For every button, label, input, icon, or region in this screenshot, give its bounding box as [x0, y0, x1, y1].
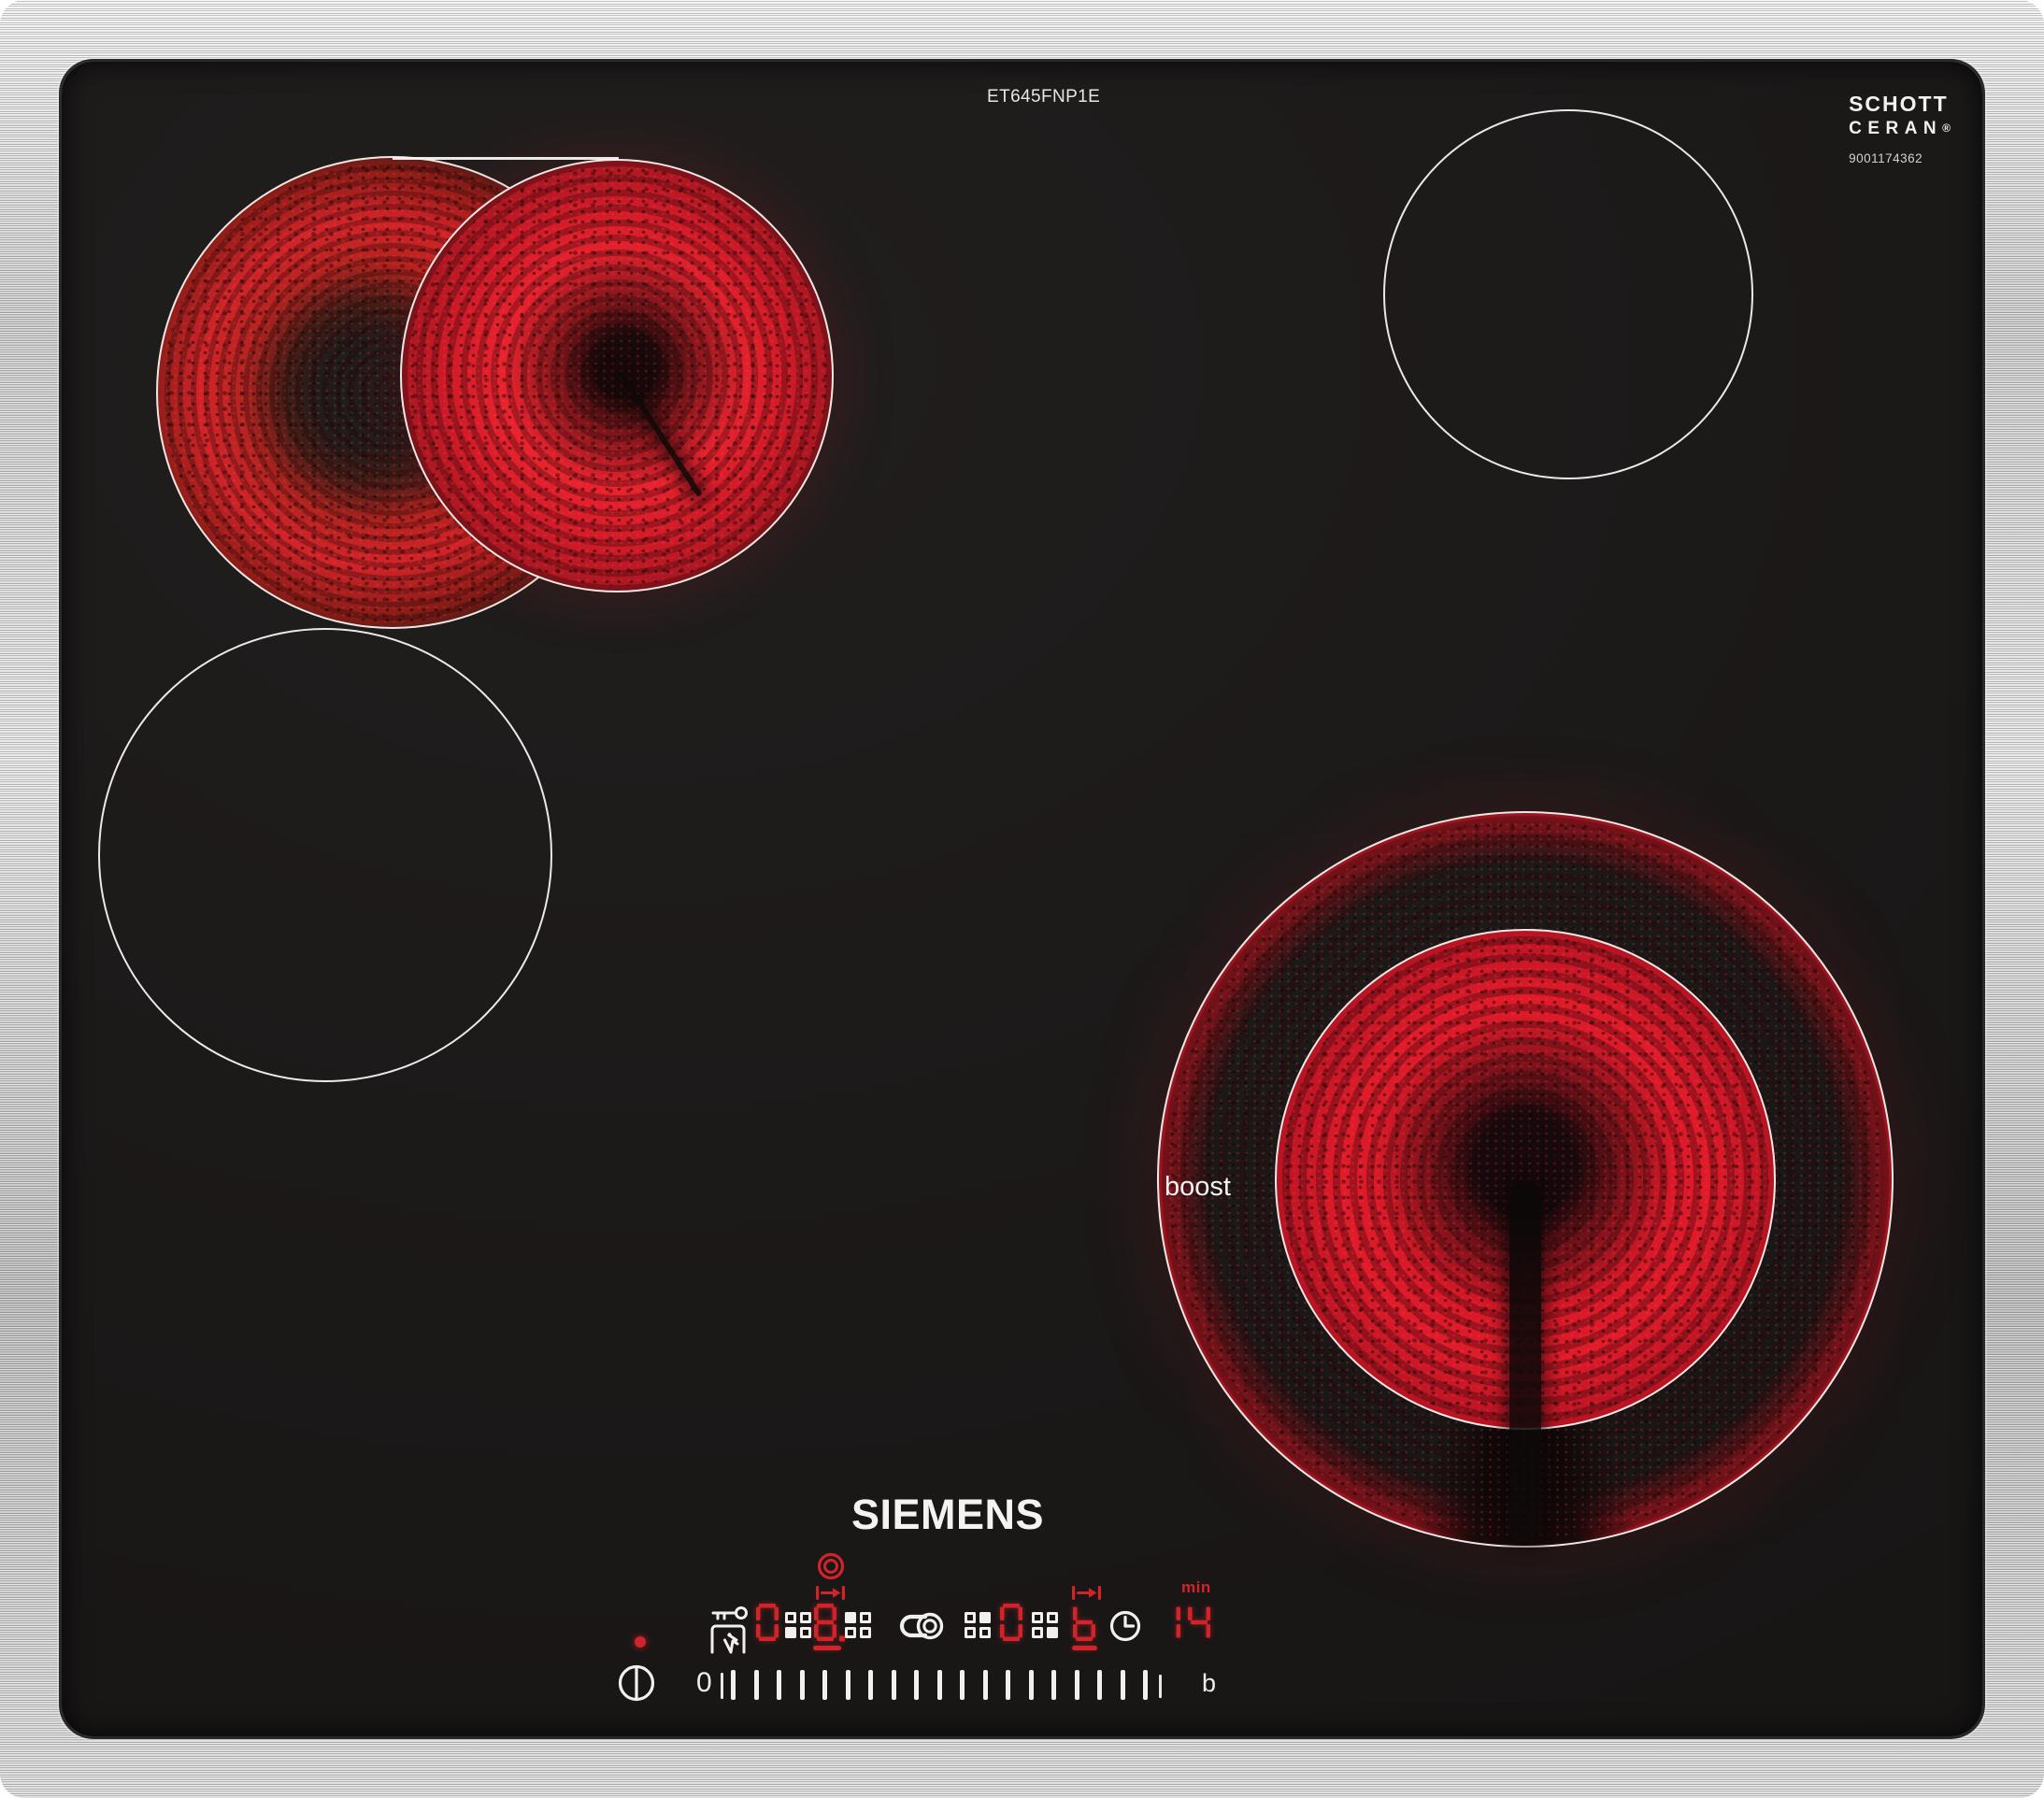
registered-mark: ®: [1942, 121, 1951, 135]
slider-min-label: 0: [696, 1667, 712, 1698]
zone-rear-left-main: [400, 159, 834, 592]
key-lock-icon[interactable]: [706, 1605, 750, 1658]
display-level-selected: [813, 1603, 847, 1642]
pot-detection-icon[interactable]: [897, 1611, 946, 1641]
glass-serial-number: 9001174362: [1849, 151, 1923, 165]
dial-icon[interactable]: [817, 1552, 845, 1580]
model-number: ET645FNP1E: [987, 87, 1101, 107]
slider-boundary-tick: [721, 1673, 723, 1699]
residual-heat-dot: [635, 1636, 646, 1648]
zone-select-rear-left-key[interactable]: [845, 1612, 871, 1638]
booster-underline: [1072, 1646, 1097, 1650]
zone-extend-arrow-icon: [1072, 1586, 1101, 1600]
zone-front-left: [98, 628, 552, 1082]
zone-select-rear-right-key[interactable]: [965, 1612, 991, 1638]
schott-ceran-logo: SCHOTT CERAN® 9001174362: [1849, 93, 1951, 165]
slider-max-label: b: [1202, 1669, 1217, 1697]
display-timer-value: [1157, 1603, 1217, 1642]
zone-select-front-left-key[interactable]: [785, 1612, 811, 1638]
display-level-left: [755, 1603, 779, 1642]
timer-unit-label: min: [1181, 1578, 1211, 1596]
slider-boundary-tick: [1159, 1675, 1162, 1698]
display-level-right: [999, 1603, 1023, 1642]
heater-sensor-shadow: [617, 370, 703, 498]
zone-select-front-right-key[interactable]: [1032, 1612, 1058, 1638]
zone-rear-right: [1383, 109, 1753, 479]
power-level-slider[interactable]: [731, 1670, 1148, 1700]
power-icon[interactable]: [617, 1663, 656, 1703]
zone-outline-segment: [393, 157, 619, 160]
siemens-logo: SIEMENS: [851, 1491, 1045, 1538]
clock-icon[interactable]: [1108, 1609, 1142, 1643]
heater-stem-shadow: [1509, 1183, 1541, 1542]
schott-line: SCHOTT: [1849, 92, 1949, 116]
ceran-line: CERAN®: [1849, 119, 1951, 138]
cooktop: boost ET645FNP1E SCHOTT CERAN® 900117436…: [0, 0, 2044, 1798]
selection-underline: [813, 1646, 841, 1650]
boost-label: boost: [1165, 1172, 1231, 1202]
zone-extend-arrow-icon: [816, 1586, 845, 1600]
display-booster: [1072, 1603, 1096, 1642]
